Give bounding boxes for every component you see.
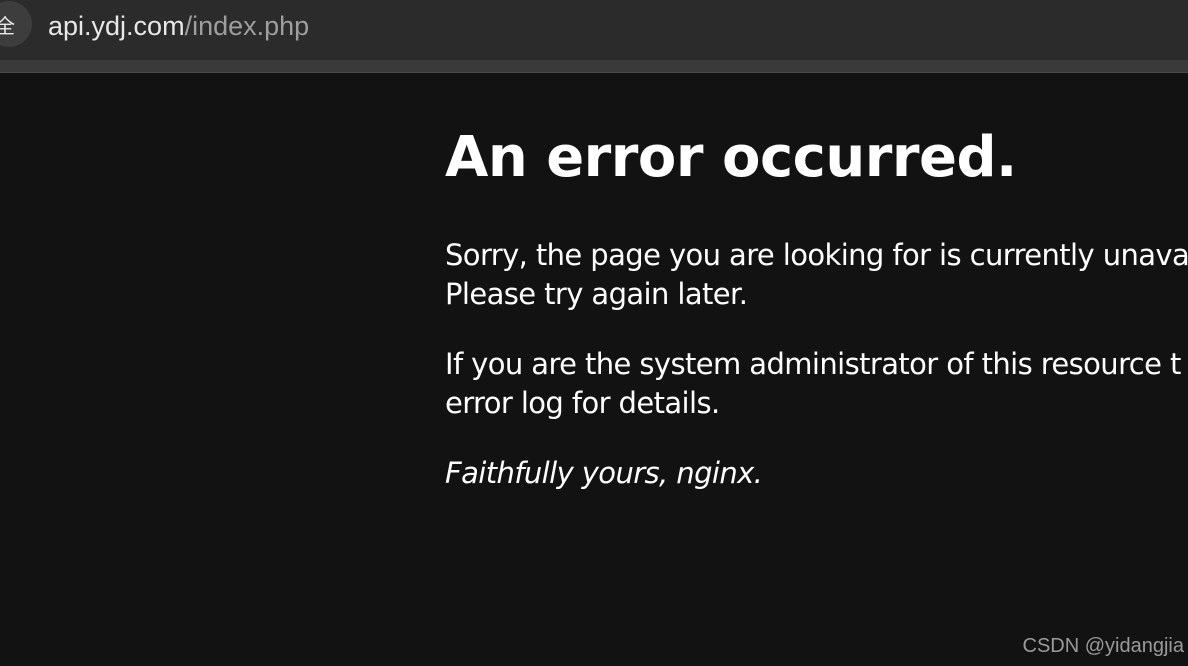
admin-message-line-2: error log for details. <box>445 386 720 420</box>
page-title: An error occurred. <box>445 125 1017 190</box>
address-bar[interactable]: 全 api.ydj.com/index.php <box>0 0 1188 60</box>
unavailable-message: Sorry, the page you are looking for is c… <box>445 236 1188 314</box>
url-path: /index.php <box>184 11 310 41</box>
url-host: api.ydj.com <box>48 11 185 41</box>
browser-window: 全 api.ydj.com/index.php An error occurre… <box>0 0 1188 666</box>
site-info-label: 全 <box>0 13 15 38</box>
admin-message: If you are the system administrator of t… <box>445 345 1188 423</box>
signature: Faithfully yours, nginx. <box>445 456 763 490</box>
toolbar-divider <box>0 60 1188 73</box>
watermark: CSDN @yidangjia <box>1022 635 1184 657</box>
admin-message-line-1: If you are the system administrator of t… <box>445 347 1181 381</box>
url-text[interactable]: api.ydj.com/index.php <box>48 9 309 43</box>
unavailable-message-line-2: Please try again later. <box>445 277 748 311</box>
site-info-button[interactable]: 全 <box>0 1 32 47</box>
unavailable-message-line-1: Sorry, the page you are looking for is c… <box>445 238 1188 272</box>
error-content: An error occurred. Sorry, the page you a… <box>445 120 1188 493</box>
